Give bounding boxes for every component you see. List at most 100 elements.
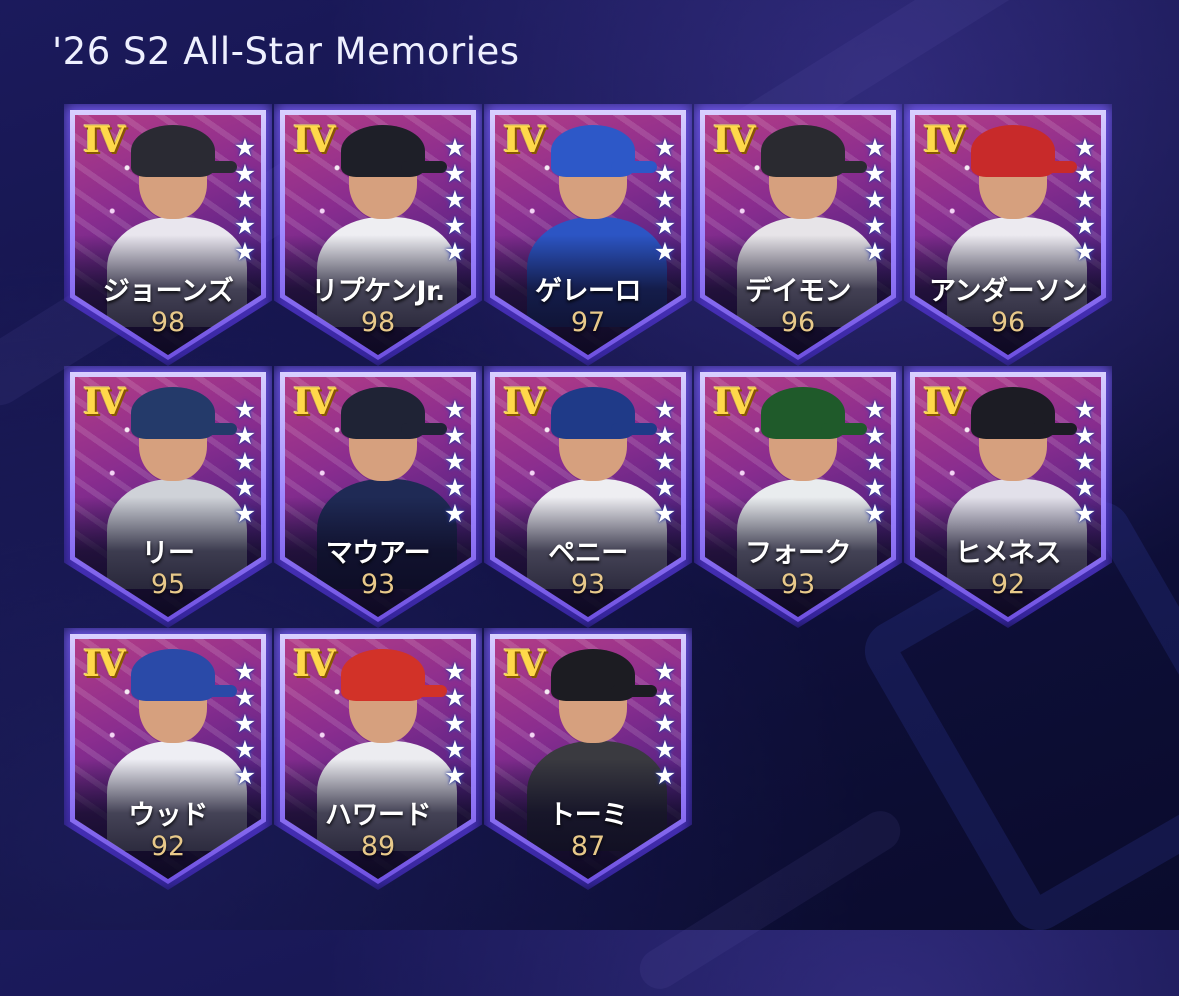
star-icon: ★	[233, 499, 257, 528]
helmet-brim	[1031, 161, 1077, 173]
star-icon: ★	[233, 395, 257, 424]
helmet-brim	[401, 423, 447, 435]
star-icon: ★	[233, 237, 257, 266]
star-icon: ★	[653, 709, 677, 738]
star-icon: ★	[863, 185, 887, 214]
star-rating: ★ ★ ★ ★ ★	[652, 135, 678, 264]
star-icon: ★	[653, 133, 677, 162]
star-icon: ★	[233, 683, 257, 712]
star-icon: ★	[443, 395, 467, 424]
star-rating: ★ ★ ★ ★ ★	[1072, 397, 1098, 526]
star-icon: ★	[233, 185, 257, 214]
helmet-brim	[821, 423, 867, 435]
star-icon: ★	[233, 709, 257, 738]
star-icon: ★	[443, 709, 467, 738]
tier-badge: IV	[713, 381, 756, 423]
star-icon: ★	[1073, 447, 1097, 476]
card-grid: IV ★ ★ ★ ★ ★ ジョーンズ 98 IV ★ ★ ★ ★ ★ リプケンJr. 98 IV ★ ★ ★ ★ ★ ゲレー…	[0, 0, 1179, 930]
star-rating: ★ ★ ★ ★ ★	[652, 659, 678, 788]
player-name: ヒメネス	[955, 538, 1062, 569]
player-card[interactable]: IV ★ ★ ★ ★ ★ トーミ 87	[484, 628, 692, 890]
helmet-brim	[611, 423, 657, 435]
helmet-brim	[821, 161, 867, 173]
helmet-brim	[1031, 423, 1077, 435]
player-name: アンダーソン	[929, 276, 1087, 307]
tier-badge: IV	[293, 381, 336, 423]
star-icon: ★	[443, 237, 467, 266]
player-name: リプケンJr.	[311, 276, 445, 307]
player-card[interactable]: IV ★ ★ ★ ★ ★ マウアー 93	[274, 366, 482, 628]
player-name: デイモン	[745, 276, 852, 307]
helmet-brim	[611, 685, 657, 697]
helmet-brim	[191, 685, 237, 697]
helmet-brim	[191, 161, 237, 173]
star-icon: ★	[1073, 211, 1097, 240]
player-name: フォーク	[745, 538, 852, 569]
star-rating: ★ ★ ★ ★ ★	[232, 397, 258, 526]
tier-badge: IV	[83, 381, 126, 423]
star-icon: ★	[443, 133, 467, 162]
player-card[interactable]: IV ★ ★ ★ ★ ★ ジョーンズ 98	[64, 104, 272, 366]
star-icon: ★	[1073, 499, 1097, 528]
star-icon: ★	[233, 211, 257, 240]
player-card[interactable]: IV ★ ★ ★ ★ ★ リー 95	[64, 366, 272, 628]
player-card[interactable]: IV ★ ★ ★ ★ ★ ハワード 89	[274, 628, 482, 890]
player-card[interactable]: IV ★ ★ ★ ★ ★ アンダーソン 96	[904, 104, 1112, 366]
player-card[interactable]: IV ★ ★ ★ ★ ★ フォーク 93	[694, 366, 902, 628]
star-icon: ★	[863, 395, 887, 424]
star-rating: ★ ★ ★ ★ ★	[232, 659, 258, 788]
star-icon: ★	[653, 211, 677, 240]
tier-badge: IV	[293, 643, 336, 685]
star-icon: ★	[653, 421, 677, 450]
player-card[interactable]: IV ★ ★ ★ ★ ★ ペニー 93	[484, 366, 692, 628]
player-card[interactable]: IV ★ ★ ★ ★ ★ ゲレーロ 97	[484, 104, 692, 366]
star-icon: ★	[233, 159, 257, 188]
star-icon: ★	[653, 499, 677, 528]
star-icon: ★	[233, 473, 257, 502]
star-icon: ★	[1073, 473, 1097, 502]
star-icon: ★	[1073, 159, 1097, 188]
star-icon: ★	[443, 447, 467, 476]
star-rating: ★ ★ ★ ★ ★	[442, 397, 468, 526]
star-icon: ★	[653, 395, 677, 424]
star-icon: ★	[443, 761, 467, 790]
player-card[interactable]: IV ★ ★ ★ ★ ★ デイモン 96	[694, 104, 902, 366]
star-rating: ★ ★ ★ ★ ★	[232, 135, 258, 264]
tier-badge: IV	[923, 381, 966, 423]
star-icon: ★	[443, 657, 467, 686]
star-icon: ★	[443, 683, 467, 712]
player-card[interactable]: IV ★ ★ ★ ★ ★ ウッド 92	[64, 628, 272, 890]
star-icon: ★	[653, 761, 677, 790]
star-icon: ★	[653, 159, 677, 188]
player-name: ペニー	[548, 538, 628, 569]
player-card[interactable]: IV ★ ★ ★ ★ ★ リプケンJr. 98	[274, 104, 482, 366]
star-icon: ★	[863, 237, 887, 266]
star-icon: ★	[653, 447, 677, 476]
star-icon: ★	[443, 211, 467, 240]
player-card[interactable]: IV ★ ★ ★ ★ ★ ヒメネス 92	[904, 366, 1112, 628]
star-icon: ★	[233, 657, 257, 686]
star-icon: ★	[1073, 395, 1097, 424]
star-icon: ★	[863, 159, 887, 188]
helmet-brim	[611, 161, 657, 173]
star-icon: ★	[863, 499, 887, 528]
star-icon: ★	[233, 133, 257, 162]
player-name: マウアー	[325, 538, 431, 569]
star-icon: ★	[653, 735, 677, 764]
star-icon: ★	[1073, 421, 1097, 450]
helmet-brim	[191, 423, 237, 435]
star-icon: ★	[233, 447, 257, 476]
star-icon: ★	[863, 211, 887, 240]
star-icon: ★	[443, 499, 467, 528]
star-icon: ★	[233, 761, 257, 790]
tier-badge: IV	[83, 119, 126, 161]
star-icon: ★	[443, 185, 467, 214]
helmet-brim	[401, 685, 447, 697]
star-icon: ★	[653, 657, 677, 686]
player-name: ハワード	[325, 800, 432, 831]
star-icon: ★	[653, 237, 677, 266]
star-icon: ★	[233, 421, 257, 450]
helmet-brim	[401, 161, 447, 173]
star-rating: ★ ★ ★ ★ ★	[862, 397, 888, 526]
star-icon: ★	[443, 473, 467, 502]
